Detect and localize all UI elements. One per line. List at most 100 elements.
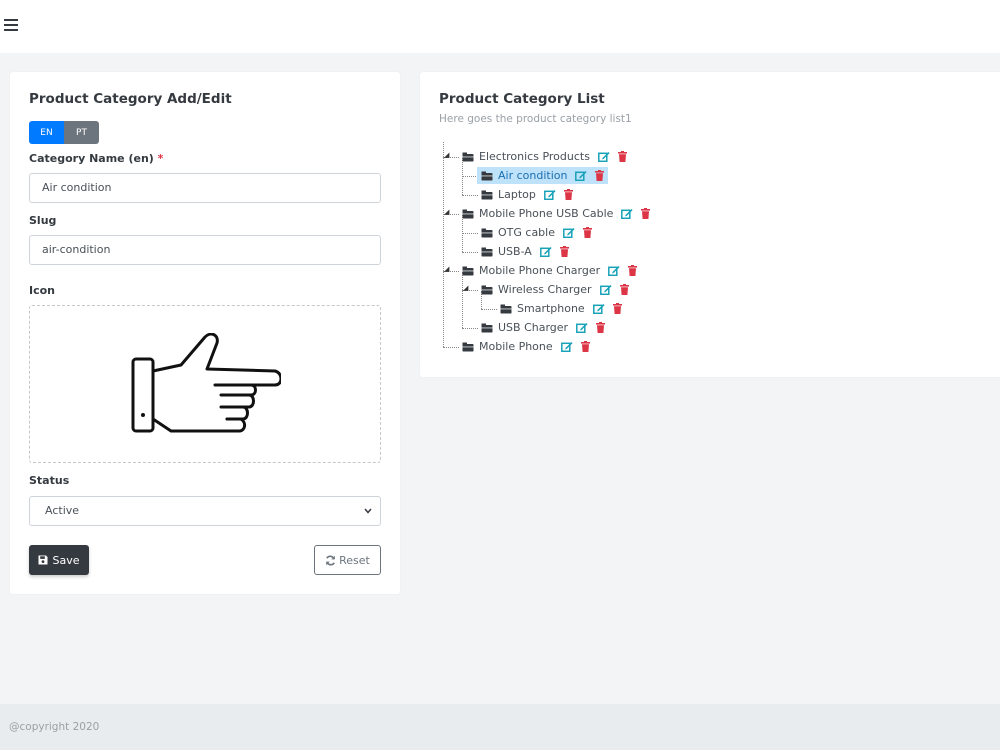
edit-button[interactable] xyxy=(563,227,575,238)
tree-item[interactable]: USB Charger xyxy=(477,319,606,336)
copyright-text: @copyright 2020 xyxy=(9,721,100,733)
edit-icon[interactable] xyxy=(598,151,610,162)
tree-item-label[interactable]: Air condition xyxy=(498,169,567,182)
menu-toggle-icon[interactable] xyxy=(4,19,18,31)
edit-button[interactable] xyxy=(576,322,588,333)
folder-icon xyxy=(481,228,493,237)
edit-icon[interactable] xyxy=(576,322,588,333)
tree-item-label[interactable]: OTG cable xyxy=(498,226,555,239)
edit-icon[interactable] xyxy=(621,208,634,219)
refresh-icon xyxy=(326,555,336,565)
tree-item[interactable]: USB-A xyxy=(477,243,569,260)
tree-item-label[interactable]: Wireless Charger xyxy=(498,283,592,296)
tree-item-label[interactable]: USB-A xyxy=(498,245,532,258)
lang-pt-button[interactable]: PT xyxy=(64,121,99,144)
edit-button[interactable] xyxy=(621,208,634,219)
language-switcher: EN PT xyxy=(29,121,99,144)
save-button[interactable]: Save xyxy=(29,545,89,575)
edit-button[interactable] xyxy=(539,246,552,257)
form-title: Product Category Add/Edit xyxy=(29,91,232,107)
tree-item[interactable]: Mobile Phone Charger xyxy=(458,262,638,279)
category-name-label: Category Name (en) * xyxy=(29,152,163,165)
edit-button[interactable] xyxy=(575,170,588,181)
tree-item[interactable]: OTG cable xyxy=(477,224,592,241)
reset-label: Reset xyxy=(339,553,370,567)
folder-icon xyxy=(481,171,493,180)
edit-button[interactable] xyxy=(599,284,612,295)
edit-button[interactable] xyxy=(598,151,610,162)
edit-icon[interactable] xyxy=(575,170,588,181)
slug-input[interactable]: air-condition xyxy=(29,235,381,265)
tree-item[interactable]: Wireless Charger xyxy=(477,281,629,298)
category-name-label-text: Category Name (en) xyxy=(29,152,154,165)
tree-item-label[interactable]: Mobile Phone USB Cable xyxy=(479,207,613,220)
edit-icon[interactable] xyxy=(560,341,573,352)
tree-item-label[interactable]: Mobile Phone xyxy=(479,340,553,353)
delete-button[interactable] xyxy=(619,284,629,295)
collapse-toggle-icon[interactable]: ◢ xyxy=(463,285,468,292)
edit-icon[interactable] xyxy=(599,284,612,295)
trash-icon[interactable] xyxy=(595,170,605,181)
delete-button[interactable] xyxy=(559,246,569,257)
tree-item-label[interactable]: Mobile Phone Charger xyxy=(479,264,600,277)
trash-icon[interactable] xyxy=(559,246,569,257)
footer: @copyright 2020 xyxy=(0,704,1000,750)
folder-icon xyxy=(462,209,474,218)
collapse-toggle-icon[interactable]: ◢ xyxy=(444,152,449,159)
trash-icon[interactable] xyxy=(619,284,629,295)
lang-en-button[interactable]: EN xyxy=(29,121,64,144)
trash-icon[interactable] xyxy=(641,208,651,219)
tree-item-label[interactable]: USB Charger xyxy=(498,321,568,334)
edit-button[interactable] xyxy=(592,303,605,314)
delete-button[interactable] xyxy=(563,189,573,200)
tree-item-label[interactable]: Laptop xyxy=(498,188,536,201)
tree-item-label[interactable]: Electronics Products xyxy=(479,150,590,163)
collapse-toggle-icon[interactable]: ◢ xyxy=(444,266,449,273)
edit-button[interactable] xyxy=(560,341,573,352)
trash-icon[interactable] xyxy=(563,189,573,200)
edit-icon[interactable] xyxy=(608,265,620,276)
trash-icon[interactable] xyxy=(617,151,627,162)
category-name-input[interactable]: Air condition xyxy=(29,173,381,203)
reset-button[interactable]: Reset xyxy=(314,545,381,575)
delete-button[interactable] xyxy=(596,322,606,333)
tree-connector xyxy=(481,309,497,310)
collapse-toggle-icon[interactable]: ◢ xyxy=(444,209,449,216)
tree-item[interactable]: Mobile Phone USB Cable xyxy=(458,205,651,222)
edit-icon[interactable] xyxy=(592,303,605,314)
tree-connector xyxy=(462,233,478,234)
trash-icon[interactable] xyxy=(583,227,592,238)
delete-button[interactable] xyxy=(617,151,627,162)
delete-button[interactable] xyxy=(628,265,638,276)
icon-dropzone[interactable] xyxy=(29,305,381,463)
edit-icon[interactable] xyxy=(563,227,575,238)
required-mark: * xyxy=(157,152,164,165)
tree-item[interactable]: Smartphone xyxy=(496,300,622,317)
delete-button[interactable] xyxy=(612,303,622,314)
trash-icon[interactable] xyxy=(612,303,622,314)
tree-connector xyxy=(462,252,478,253)
edit-button[interactable] xyxy=(608,265,620,276)
edit-icon[interactable] xyxy=(539,246,552,257)
delete-button[interactable] xyxy=(583,227,592,238)
trash-icon[interactable] xyxy=(628,265,638,276)
edit-button[interactable] xyxy=(543,189,556,200)
edit-icon[interactable] xyxy=(543,189,556,200)
tree-item[interactable]: Air condition xyxy=(477,167,609,184)
tree-connector xyxy=(443,142,444,347)
delete-button[interactable] xyxy=(595,170,605,181)
folder-icon xyxy=(481,323,493,332)
tree-item[interactable]: Electronics Products xyxy=(458,148,627,165)
delete-button[interactable] xyxy=(641,208,651,219)
tree-connector xyxy=(443,347,459,348)
tree-item[interactable]: Laptop xyxy=(477,186,573,203)
floppy-disk-icon xyxy=(38,555,48,565)
delete-button[interactable] xyxy=(580,341,590,352)
trash-icon[interactable] xyxy=(596,322,606,333)
tree-item-label[interactable]: Smartphone xyxy=(517,302,585,315)
status-select[interactable]: Active xyxy=(29,496,381,526)
tree-item[interactable]: Mobile Phone xyxy=(458,338,590,355)
status-selected-value: Active xyxy=(45,504,80,517)
trash-icon[interactable] xyxy=(580,341,590,352)
folder-icon xyxy=(500,304,512,313)
